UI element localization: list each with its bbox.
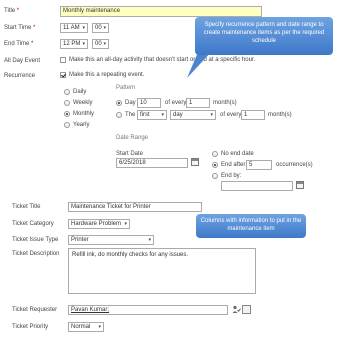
ticket-requester-input[interactable]: Pavan Kumar; <box>68 305 228 315</box>
chevron-down-icon: ▾ <box>148 237 151 243</box>
monthly-label: Monthly <box>73 111 95 117</box>
chevron-down-icon: ▾ <box>98 324 101 330</box>
no-end-date-label: No end date <box>221 151 254 157</box>
title-value: Monthly maintenance <box>63 8 121 14</box>
ticket-priority-select[interactable]: Normal ▾ <box>68 322 104 332</box>
day-input[interactable]: 10 <box>137 98 161 108</box>
weekday-select[interactable]: day ▾ <box>170 110 216 120</box>
day-radio[interactable] <box>116 100 122 106</box>
months-label: month(s) <box>213 100 237 106</box>
columns-callout: Columns with information to put in the m… <box>196 214 306 238</box>
recurrence-callout-text: Specify recurrence pattern and date rang… <box>203 22 325 44</box>
of-every-label-2: of every <box>220 112 242 118</box>
recurrence-checkbox[interactable] <box>60 72 66 78</box>
columns-callout-text: Columns with information to put in the m… <box>200 218 302 232</box>
ticket-category-label: Ticket Category <box>12 221 54 227</box>
recurrence-label: Recurrence <box>4 73 36 79</box>
the-label: The <box>125 112 136 118</box>
required-marker: * <box>16 8 20 14</box>
recurrence-callout: Specify recurrence pattern and date rang… <box>195 17 333 55</box>
ticket-category-select[interactable]: Hardware Problem ▾ <box>68 219 130 229</box>
ordinal-select[interactable]: first ▾ <box>137 110 167 120</box>
occurrences-label: occurrence(s) <box>276 162 313 168</box>
ticket-priority-label: Ticket Priority <box>12 324 49 330</box>
chevron-down-icon: ▾ <box>82 25 85 31</box>
monthly-radio[interactable] <box>64 111 70 117</box>
yearly-label: Yearly <box>73 122 90 128</box>
end-minutes-select[interactable]: 00 ▾ <box>92 39 109 49</box>
months-input[interactable]: 1 <box>186 98 210 108</box>
ticket-issue-type-select[interactable]: Printer ▾ <box>68 235 154 245</box>
calendar-icon[interactable] <box>296 181 304 189</box>
chevron-down-icon: ▾ <box>103 41 106 47</box>
all-day-checkbox[interactable] <box>60 57 66 63</box>
of-every-label: of every <box>165 100 187 106</box>
ticket-description-textarea[interactable]: Refill ink, do monthly checks for any is… <box>68 248 256 294</box>
start-date-input[interactable]: 6/25/2018 <box>116 158 188 168</box>
weekly-label: Weekly <box>73 100 93 106</box>
person-check-icon[interactable] <box>232 305 241 314</box>
ticket-title-input[interactable]: Maintenance Ticket for Printer <box>68 202 202 212</box>
the-radio[interactable] <box>116 112 122 118</box>
start-date-label: Start Date <box>116 151 144 157</box>
end-after-label: End after: <box>221 162 248 168</box>
end-hour-select[interactable]: 12 PM ▾ <box>60 39 88 49</box>
months-label-2: month(s) <box>268 112 292 118</box>
chevron-down-icon: ▾ <box>210 112 213 118</box>
ticket-description-label: Ticket Description <box>12 251 60 257</box>
end-by-input[interactable] <box>221 181 293 191</box>
all-day-text: Make this an all-day activity that doesn… <box>69 57 256 63</box>
yearly-radio[interactable] <box>64 122 70 128</box>
daily-label: Daily <box>73 89 87 95</box>
recurrence-text: Make this a repeating event. <box>69 72 145 78</box>
requester-name[interactable]: Pavan Kumar; <box>71 307 109 313</box>
no-end-date-radio[interactable] <box>212 151 218 157</box>
end-after-input[interactable]: 5 <box>246 160 272 170</box>
months-input-2[interactable]: 1 <box>241 110 265 120</box>
calendar-icon[interactable] <box>191 158 199 166</box>
chevron-down-icon: ▾ <box>161 112 164 118</box>
end-by-label: End by: <box>221 173 242 179</box>
end-after-radio[interactable] <box>212 162 218 168</box>
browse-directory-icon[interactable] <box>242 305 251 314</box>
all-day-label: All Day Event <box>4 58 41 64</box>
title-input[interactable]: Monthly maintenance <box>60 6 262 17</box>
weekly-radio[interactable] <box>64 100 70 106</box>
ticket-issue-type-label: Ticket Issue Type <box>12 237 59 243</box>
ticket-requester-label: Ticket Requester <box>12 307 58 313</box>
end-time-label: End Time * <box>4 41 34 47</box>
daily-radio[interactable] <box>64 89 70 95</box>
ticket-title-label: Ticket Title <box>12 204 41 210</box>
day-label: Day <box>125 100 136 106</box>
pattern-heading: Pattern <box>116 85 136 91</box>
start-minutes-select[interactable]: 00 ▾ <box>92 23 109 33</box>
chevron-down-icon: ▾ <box>124 221 127 227</box>
end-by-radio[interactable] <box>212 173 218 179</box>
date-range-heading: Date Range <box>116 135 149 141</box>
start-hour-select[interactable]: 11 AM ▾ <box>60 23 88 33</box>
chevron-down-icon: ▾ <box>82 41 85 47</box>
title-label: Title * <box>4 8 20 14</box>
chevron-down-icon: ▾ <box>103 25 106 31</box>
start-time-label: Start Time * <box>4 25 36 31</box>
